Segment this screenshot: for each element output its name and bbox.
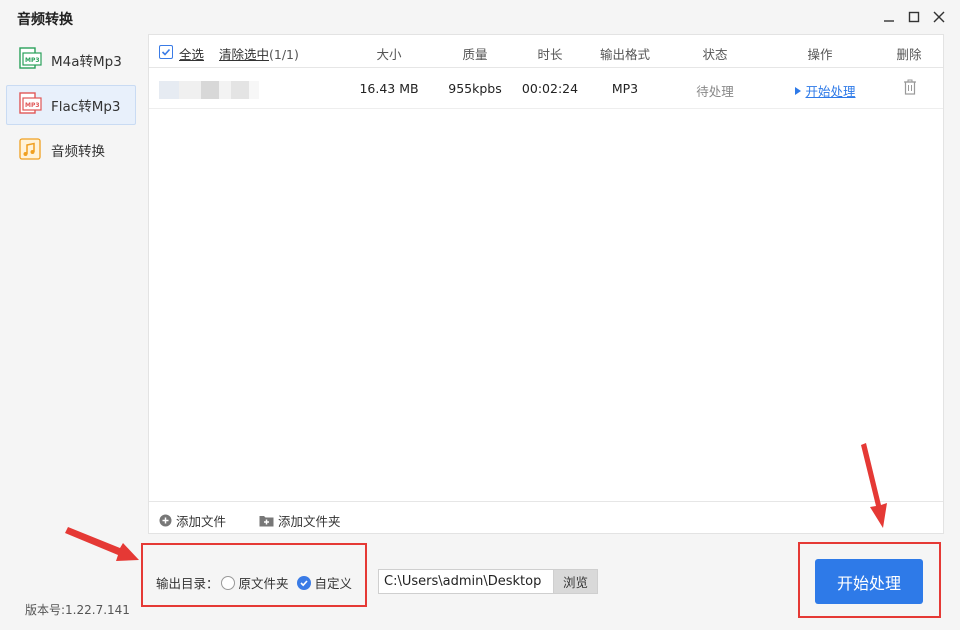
column-header-format: 输出格式 bbox=[599, 47, 650, 62]
column-header-delete: 删除 bbox=[896, 47, 922, 62]
file-actions-bar: 添加文件 添加文件夹 bbox=[149, 501, 943, 533]
table-header: 全选 清除选中(1/1) 大小 质量 时长 输出格式 状态 操作 删除 bbox=[149, 35, 943, 68]
add-file-label: 添加文件 bbox=[176, 514, 227, 529]
highlight-box-output bbox=[141, 543, 367, 607]
clear-selected: 清除选中(1/1) bbox=[219, 44, 299, 63]
column-header-quality: 质量 bbox=[462, 47, 488, 62]
title-bar: 音频转换 bbox=[0, 0, 960, 34]
maximize-icon[interactable] bbox=[905, 8, 923, 26]
browse-button[interactable]: 浏览 bbox=[553, 569, 598, 594]
annotation-arrow-icon bbox=[861, 443, 887, 528]
sidebar-item-flac-to-mp3[interactable]: MP3 Flac转Mp3 bbox=[6, 85, 136, 125]
plus-circle-icon bbox=[159, 514, 172, 527]
sidebar-item-label: M4a转Mp3 bbox=[51, 54, 122, 70]
file-duration: 00:02:24 bbox=[521, 81, 579, 96]
output-path-input[interactable] bbox=[378, 569, 554, 594]
add-folder-icon bbox=[259, 516, 274, 527]
file-format: MP3 bbox=[611, 81, 639, 96]
svg-text:MP3: MP3 bbox=[25, 102, 40, 109]
sidebar-item-label: Flac转Mp3 bbox=[51, 99, 121, 115]
music-note-icon bbox=[17, 137, 43, 163]
mp3-file-icon: MP3 bbox=[17, 47, 43, 73]
file-list-panel: 全选 清除选中(1/1) 大小 质量 时长 输出格式 状态 操作 删除 16.4… bbox=[148, 34, 944, 534]
start-process-link[interactable]: 开始处理 bbox=[785, 81, 865, 100]
annotation-arrow-icon bbox=[65, 527, 139, 561]
column-header-duration: 时长 bbox=[537, 47, 563, 62]
table-row[interactable]: 16.43 MB 955kpbs 00:02:24 MP3 待处理 开始处理 bbox=[149, 69, 943, 109]
start-process-label: 开始处理 bbox=[805, 84, 856, 99]
file-size: 16.43 MB bbox=[359, 81, 419, 96]
file-status: 待处理 bbox=[696, 84, 734, 99]
clear-selected-link[interactable]: 清除选中 bbox=[219, 47, 269, 62]
add-folder-button[interactable]: 添加文件夹 bbox=[259, 511, 341, 530]
app-title: 音频转换 bbox=[17, 12, 73, 28]
column-header-size: 大小 bbox=[376, 47, 402, 62]
column-header-action: 操作 bbox=[807, 47, 833, 62]
add-file-button[interactable]: 添加文件 bbox=[159, 511, 226, 530]
select-all-checkbox[interactable] bbox=[159, 45, 173, 59]
column-header-status: 状态 bbox=[702, 47, 728, 62]
play-icon bbox=[795, 86, 802, 95]
selected-count: (1/1) bbox=[269, 47, 299, 62]
close-icon[interactable] bbox=[930, 8, 948, 26]
select-all-link[interactable]: 全选 bbox=[179, 44, 204, 63]
blurred-filename bbox=[159, 81, 259, 99]
add-folder-label: 添加文件夹 bbox=[278, 514, 341, 529]
minimize-icon[interactable] bbox=[880, 8, 898, 26]
svg-text:MP3: MP3 bbox=[25, 57, 40, 64]
sidebar-item-label: 音频转换 bbox=[51, 144, 105, 160]
version-label: 版本号:1.22.7.141 bbox=[25, 603, 130, 617]
trash-icon[interactable] bbox=[900, 79, 920, 98]
file-quality: 955kpbs bbox=[448, 81, 502, 96]
sidebar-item-m4a-to-mp3[interactable]: MP3 M4a转Mp3 bbox=[6, 40, 136, 80]
highlight-box-start bbox=[798, 542, 941, 618]
mp3-file-icon: MP3 bbox=[17, 92, 43, 118]
sidebar-item-audio-convert[interactable]: 音频转换 bbox=[6, 130, 136, 170]
